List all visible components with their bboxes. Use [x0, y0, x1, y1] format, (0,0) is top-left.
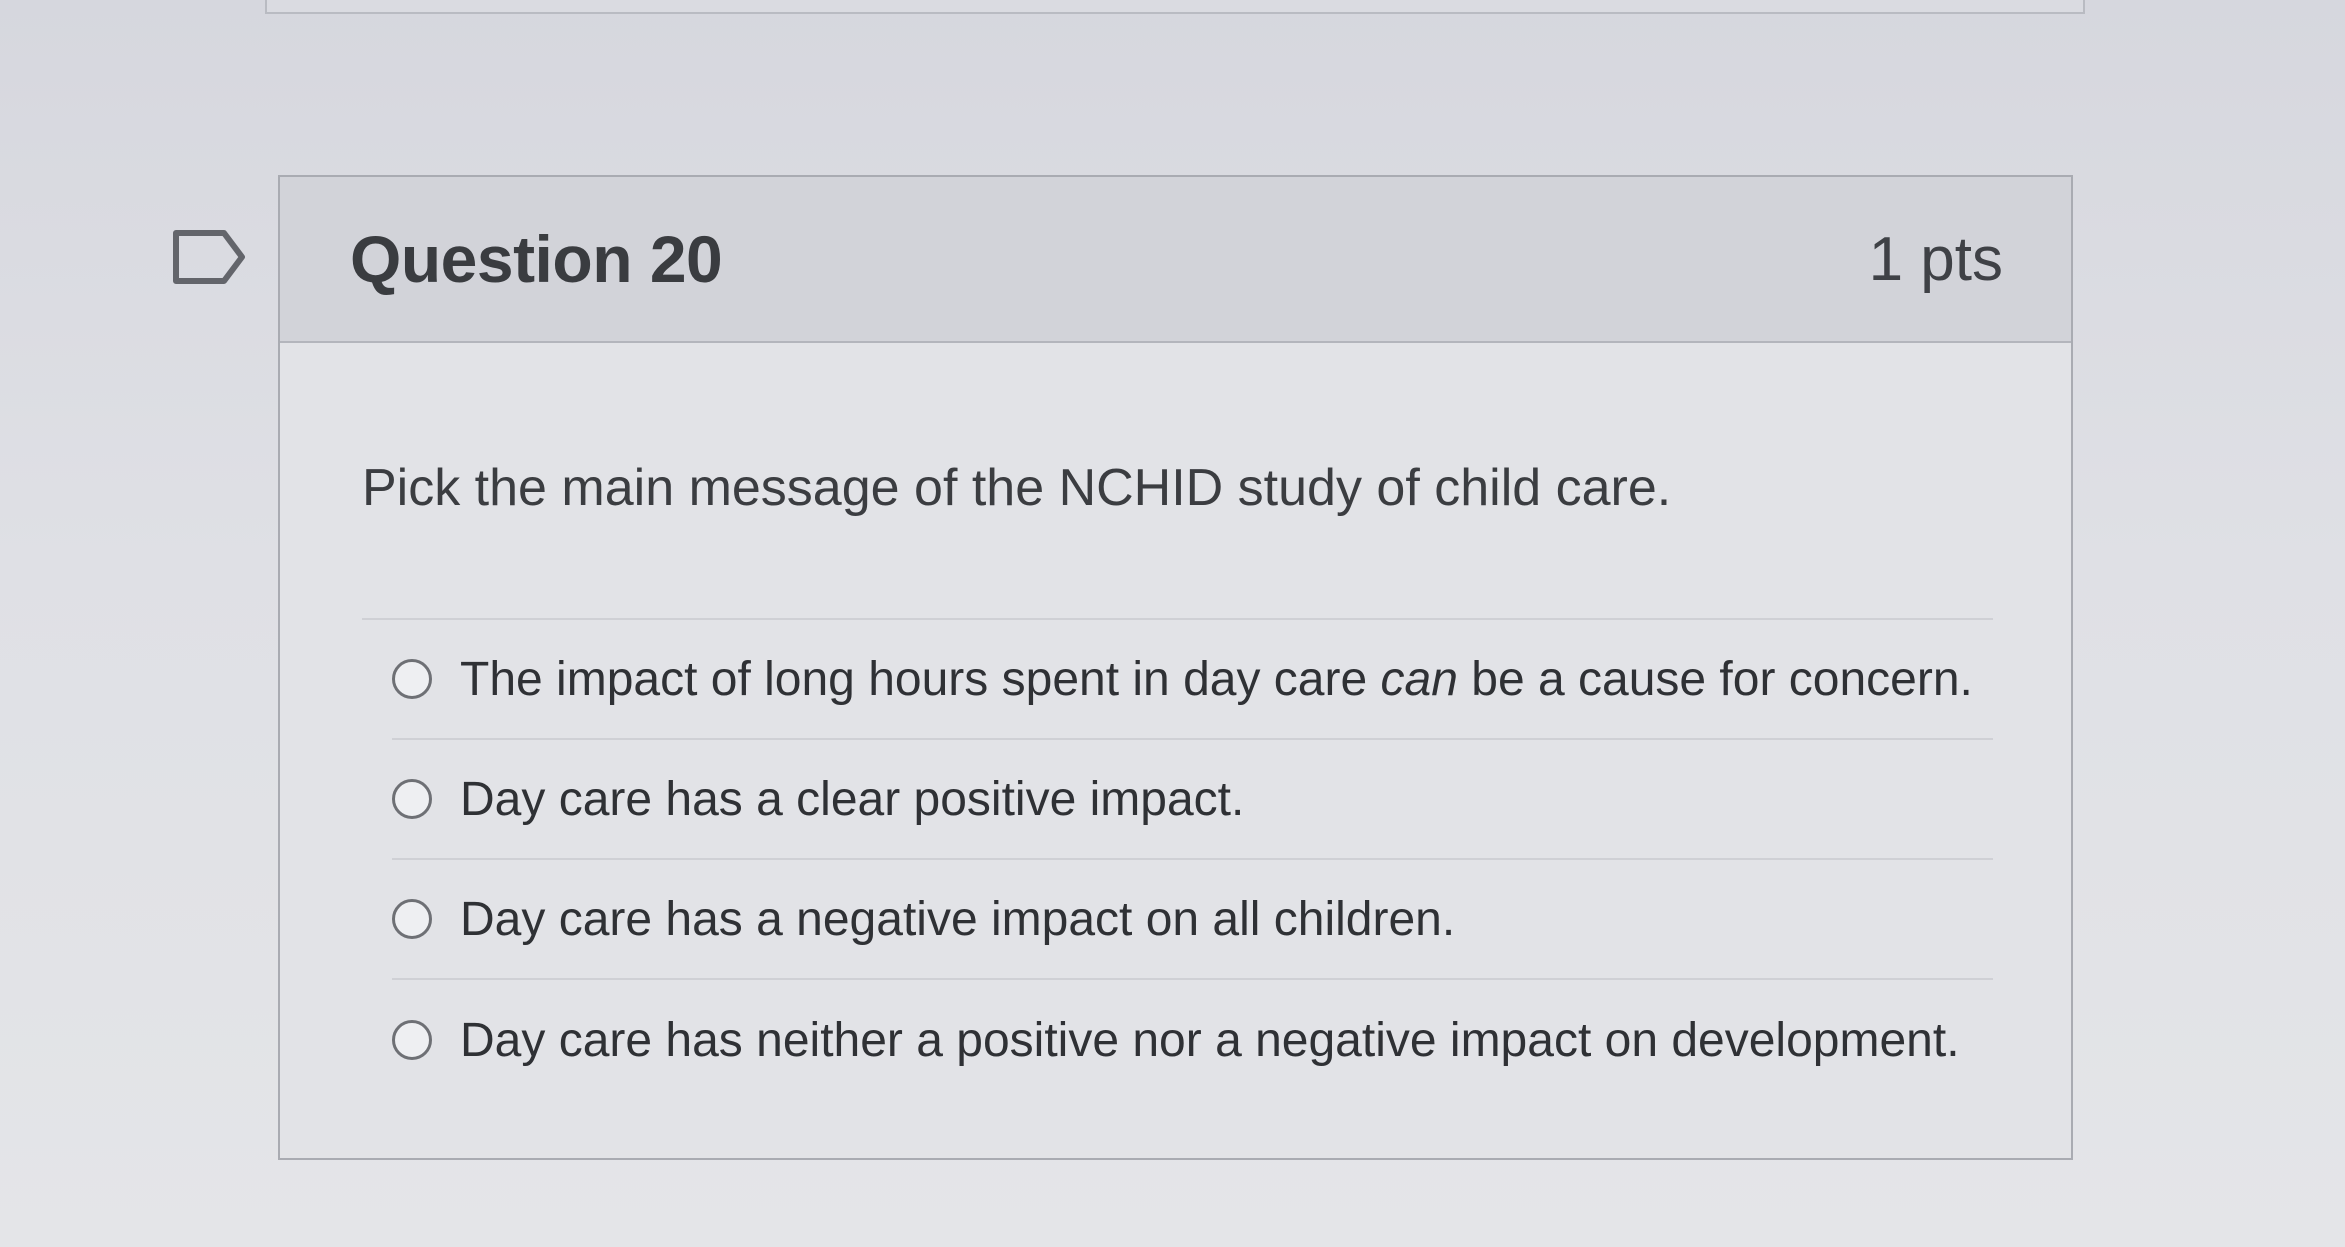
answer-label[interactable]: The impact of long hours spent in day ca…: [460, 652, 1973, 707]
flag-outline-icon[interactable]: [172, 228, 248, 286]
answer-option-3[interactable]: Day care has a negative impact on all ch…: [392, 860, 1993, 980]
radio-button[interactable]: [392, 779, 432, 819]
previous-question-card-edge: [265, 0, 2085, 14]
answer-option-4[interactable]: Day care has neither a positive nor a ne…: [392, 980, 1993, 1100]
question-points: 1 pts: [1868, 224, 2003, 294]
question-card: Question 20 1 pts Pick the main message …: [278, 175, 2073, 1160]
question-text: Pick the main message of the NCHID study…: [362, 343, 1993, 620]
question-header: Question 20 1 pts: [280, 177, 2071, 343]
answer-label[interactable]: Day care has neither a positive nor a ne…: [460, 1013, 1960, 1068]
question-title: Question 20: [350, 222, 723, 296]
answer-label[interactable]: Day care has a clear positive impact.: [460, 772, 1244, 827]
radio-button[interactable]: [392, 899, 432, 939]
answer-label[interactable]: Day care has a negative impact on all ch…: [460, 892, 1455, 947]
radio-button[interactable]: [392, 659, 432, 699]
question-body: Pick the main message of the NCHID study…: [280, 343, 2071, 1100]
radio-button[interactable]: [392, 1020, 432, 1060]
answer-option-1[interactable]: The impact of long hours spent in day ca…: [392, 620, 1993, 740]
quiz-page: Question 20 1 pts Pick the main message …: [0, 0, 2345, 1247]
answer-list: The impact of long hours spent in day ca…: [362, 620, 1993, 1100]
answer-option-2[interactable]: Day care has a clear positive impact.: [392, 740, 1993, 860]
